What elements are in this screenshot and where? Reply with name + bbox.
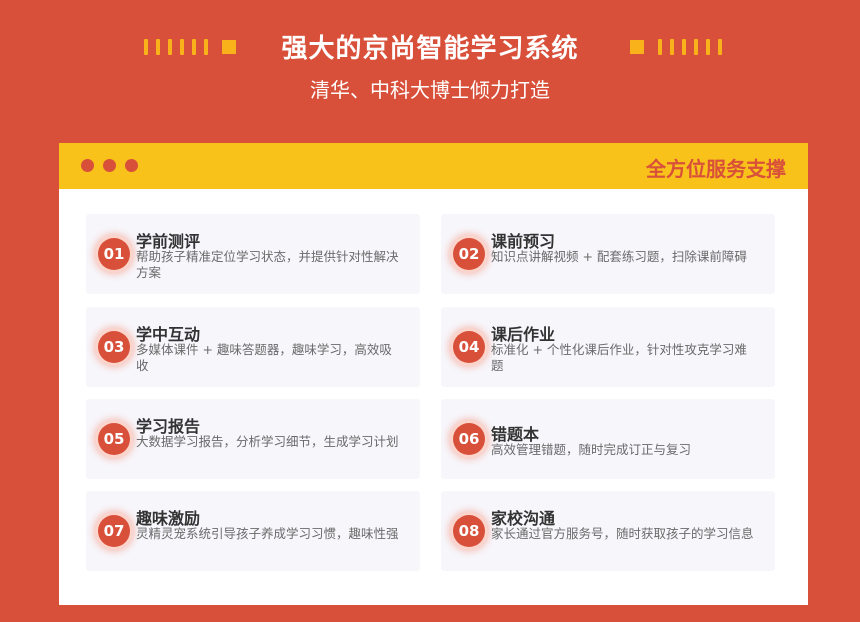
feature-description: 高效管理错题，随时完成订正与复习 [491, 442, 692, 457]
feature-card: 04 课后作业 标准化 + 个性化课后作业，针对性攻克学习难题 [441, 307, 775, 387]
feature-description: 家长通过官方服务号，随时获取孩子的学习信息 [491, 526, 754, 541]
feature-description: 标准化 + 个性化课后作业，针对性攻克学习难题 [491, 342, 747, 373]
number-badge: 04 [453, 331, 485, 363]
feature-description: 多媒体课件 + 趣味答题器，趣味学习，高效吸收 [136, 342, 392, 373]
feature-description: 灵精灵宠系统引导孩子养成学习习惯，趣味性强 [136, 526, 399, 541]
number-badge: 01 [98, 238, 130, 270]
feature-card: 08 家校沟通 家长通过官方服务号，随时获取孩子的学习信息 [441, 491, 775, 571]
feature-card: 06 错题本 高效管理错题，随时完成订正与复习 [441, 399, 775, 479]
window-dot-icon [81, 159, 94, 172]
number-badge: 02 [453, 238, 485, 270]
feature-card: 01 学前测评 帮助孩子精准定位学习状态，并提供针对性解决方案 [86, 214, 420, 294]
number-badge: 08 [453, 515, 485, 547]
feature-description: 大数据学习报告，分析学习细节，生成学习计划 [136, 434, 399, 449]
header: 强大的京尚智能学习系统 清华、中科大博士倾力打造 [0, 0, 860, 130]
panel-title: 全方位服务支撑 [646, 157, 786, 181]
page-subtitle: 清华、中科大博士倾力打造 [310, 78, 550, 102]
number-badge: 07 [98, 515, 130, 547]
window-dot-icon [125, 159, 138, 172]
page-title: 强大的京尚智能学习系统 [281, 34, 579, 64]
window-dot-icon [103, 159, 116, 172]
feature-card: 07 趣味激励 灵精灵宠系统引导孩子养成学习习惯，趣味性强 [86, 491, 420, 571]
panel-titlebar: 全方位服务支撑 [59, 143, 808, 189]
right-decoration [630, 38, 730, 56]
feature-card: 02 课前预习 知识点讲解视频 + 配套练习题，扫除课前障碍 [441, 214, 775, 294]
number-badge: 05 [98, 423, 130, 455]
number-badge: 06 [453, 423, 485, 455]
feature-card: 03 学中互动 多媒体课件 + 趣味答题器，趣味学习，高效吸收 [86, 307, 420, 387]
number-badge: 03 [98, 331, 130, 363]
feature-description: 知识点讲解视频 + 配套练习题，扫除课前障碍 [491, 249, 747, 264]
feature-card: 05 学习报告 大数据学习报告，分析学习细节，生成学习计划 [86, 399, 420, 479]
service-panel: 全方位服务支撑 01 学前测评 帮助孩子精准定位学习状态，并提供针对性解决方案 … [59, 143, 808, 605]
feature-description: 帮助孩子精准定位学习状态，并提供针对性解决方案 [136, 249, 399, 280]
